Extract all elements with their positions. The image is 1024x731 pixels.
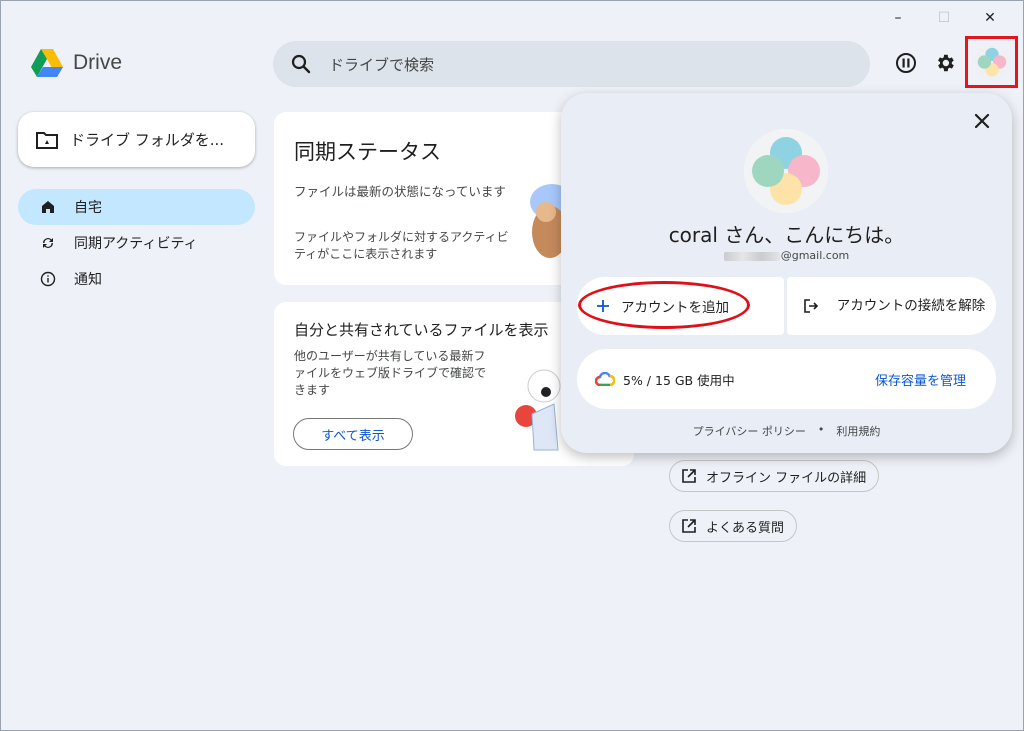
dog-illustration-icon bbox=[530, 184, 566, 258]
close-icon[interactable] bbox=[972, 111, 992, 131]
search-icon bbox=[291, 54, 311, 74]
drive-logo[interactable]: Drive bbox=[31, 49, 122, 77]
sidebar-item-sync-activity[interactable]: 同期アクティビティ bbox=[18, 225, 255, 261]
storage-bar: 5% / 15 GB 使用中 保存容量を管理 bbox=[577, 349, 996, 409]
pause-icon bbox=[896, 53, 916, 73]
faq-link[interactable]: よくある質問 bbox=[669, 510, 798, 542]
footer-separator: • bbox=[817, 423, 825, 436]
pause-sync-button[interactable] bbox=[894, 51, 918, 75]
sidebar-item-label: 通知 bbox=[74, 272, 102, 288]
sidebar-item-home[interactable]: 自宅 bbox=[18, 189, 255, 225]
add-account-label: アカウントを追加 bbox=[621, 300, 729, 316]
storage-usage-text: 5% / 15 GB 使用中 bbox=[623, 372, 735, 388]
account-avatar-button[interactable] bbox=[965, 36, 1018, 88]
account-avatar-large bbox=[744, 129, 828, 213]
shared-files-description: 他のユーザーが共有している最新ファイルをウェブ版ドライブで確認できます bbox=[294, 349, 487, 397]
cloud-icon bbox=[595, 372, 615, 386]
disconnect-account-label: アカウントの接続を解除 bbox=[836, 298, 986, 314]
settings-button[interactable] bbox=[933, 51, 957, 75]
avatar bbox=[973, 43, 1010, 81]
drive-logo-icon bbox=[31, 49, 63, 77]
open-external-icon bbox=[682, 469, 696, 483]
minimize-button[interactable]: – bbox=[875, 7, 921, 29]
greeting-text: coral さん、こんにちは。 bbox=[668, 223, 905, 247]
shared-files-title: 自分と共有されているファイルを表示 bbox=[294, 321, 549, 339]
sync-status-title: 同期ステータス bbox=[294, 140, 441, 164]
drive-folder-button[interactable]: ドライブ フォルダを... bbox=[18, 112, 255, 167]
sidebar-nav: 自宅 同期アクティビティ 通知 bbox=[18, 189, 255, 297]
open-external-icon bbox=[682, 519, 696, 533]
logout-icon bbox=[804, 299, 819, 313]
sync-status-description: ファイルやフォルダに対するアクティビティがここに表示されます bbox=[294, 230, 509, 261]
gear-icon bbox=[938, 54, 954, 72]
search-bar[interactable]: ドライブで検索 bbox=[273, 41, 870, 87]
faq-label: よくある質問 bbox=[706, 520, 785, 536]
redacted-email-prefix bbox=[723, 251, 780, 261]
privacy-policy-link[interactable]: プライバシー ポリシー bbox=[693, 423, 806, 439]
offline-files-link[interactable]: オフライン ファイルの詳細 bbox=[669, 460, 880, 492]
maximize-button[interactable]: ☐ bbox=[921, 7, 967, 29]
plus-icon bbox=[597, 300, 609, 312]
sidebar-item-label: 同期アクティビティ bbox=[74, 236, 198, 252]
app-name: Drive bbox=[73, 51, 123, 74]
search-placeholder: ドライブで検索 bbox=[329, 55, 435, 74]
window-controls: – ☐ ✕ bbox=[875, 7, 1013, 29]
sidebar-item-notifications[interactable]: 通知 bbox=[18, 261, 255, 297]
disconnect-account-button[interactable]: アカウントの接続を解除 bbox=[787, 277, 996, 335]
sync-icon bbox=[43, 238, 53, 248]
sync-status-text: ファイルは最新の状態になっています bbox=[294, 184, 506, 199]
email-domain: @gmail.com bbox=[780, 249, 850, 262]
folder-drive-icon bbox=[36, 131, 58, 149]
shared-illustration-icon bbox=[515, 369, 561, 451]
terms-link[interactable]: 利用規約 bbox=[836, 423, 880, 439]
manage-storage-link[interactable]: 保存容量を管理 bbox=[875, 370, 966, 389]
view-all-button[interactable]: すべて表示 bbox=[293, 418, 413, 450]
info-icon bbox=[40, 271, 56, 287]
home-icon bbox=[42, 201, 54, 213]
avatar bbox=[744, 129, 828, 213]
close-window-button[interactable]: ✕ bbox=[967, 7, 1013, 29]
popup-footer: プライバシー ポリシー • 利用規約 bbox=[561, 423, 1012, 439]
account-email: @gmail.com bbox=[561, 249, 1012, 262]
sidebar-item-label: 自宅 bbox=[74, 200, 102, 216]
offline-files-label: オフライン ファイルの詳細 bbox=[706, 470, 867, 486]
add-account-button[interactable]: アカウントを追加 bbox=[577, 277, 784, 335]
drive-folder-label: ドライブ フォルダを... bbox=[70, 131, 225, 149]
account-popup: coral さん、こんにちは。 @gmail.com アカウントを追加 アカウン… bbox=[561, 93, 1012, 453]
